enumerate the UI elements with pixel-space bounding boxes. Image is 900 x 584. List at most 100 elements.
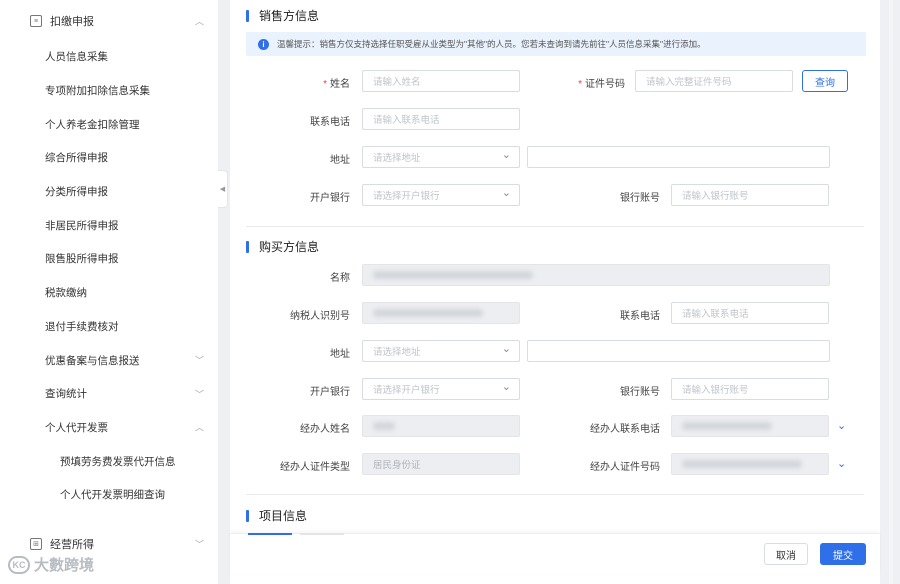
sidebar-item-label: 综合所得申报 — [45, 152, 108, 165]
sidebar-item-comprehensive[interactable]: 综合所得申报 — [0, 141, 218, 175]
sidebar-item-personnel[interactable]: 人员信息采集 — [0, 40, 218, 74]
watermark-text: 大數跨境 — [34, 557, 95, 574]
redacted-value — [373, 309, 483, 317]
report-icon: ≡ — [30, 15, 42, 27]
notice-banner: i 温馨提示：销售方仅支持选择任职受雇从业类型为"其他"的人员。您若未查询到请先前… — [246, 32, 866, 56]
seller-name-input[interactable]: 请输入姓名 — [362, 70, 520, 92]
redacted-value — [373, 271, 533, 279]
agent-idtype-label: 经办人证件类型 — [280, 462, 350, 473]
redacted-value — [682, 422, 772, 430]
sidebar-item-nonresident[interactable]: 非居民所得申报 — [0, 208, 218, 242]
agent-name-field — [362, 415, 520, 437]
seller-bank-select[interactable]: 请选择开户银行 — [362, 184, 520, 206]
section-title-text: 项目信息 — [259, 509, 308, 523]
form-footer: 取消 提交 — [230, 533, 880, 574]
seller-address-select[interactable]: 请选择地址 — [362, 146, 520, 168]
buyer-address-label: 地址 — [330, 349, 350, 360]
buyer-taxid-label: 纳税人识别号 — [290, 311, 350, 322]
cancel-button[interactable]: 取消 — [764, 543, 808, 565]
section-divider — [246, 494, 864, 495]
sidebar-item-label: 人员信息采集 — [45, 51, 108, 64]
buyer-taxid-field — [362, 302, 520, 324]
chevron-down-icon: ﹀ — [194, 355, 204, 366]
sidebar-item-label: 个人养老金扣除管理 — [45, 118, 140, 131]
agent-id-label: 经办人证件号码 — [590, 462, 660, 473]
sidebar-item-restricted-stock[interactable]: 限售股所得申报 — [0, 242, 218, 276]
notice-text: 温馨提示：销售方仅支持选择任职受雇从业类型为"其他"的人员。您若未查询到请先前往… — [277, 39, 706, 49]
sidebar-item-special-deduction[interactable]: 专项附加扣除信息采集 — [0, 74, 218, 108]
business-icon: ⊞ — [30, 538, 42, 550]
sidebar-item-pension[interactable]: 个人养老金扣除管理 — [0, 107, 218, 141]
chevron-left-icon: ◀ — [219, 186, 226, 193]
seller-account-label: 银行账号 — [620, 193, 660, 204]
chevron-up-icon: ︿ — [194, 16, 204, 27]
sidebar-item-tax-payment[interactable]: 税款缴纳 — [0, 276, 218, 310]
submit-button[interactable]: 提交 — [820, 543, 866, 565]
buyer-bank-label: 开户银行 — [310, 387, 350, 398]
section-marker — [246, 240, 249, 253]
seller-name-label: * 姓名 — [323, 79, 350, 90]
buyer-account-label: 银行账号 — [620, 387, 660, 398]
buyer-bank-select[interactable]: 请选择开户银行 — [362, 378, 520, 400]
agent-idtype-field: 居民身份证 — [362, 453, 520, 475]
seller-phone-label: 联系电话 — [310, 117, 350, 128]
sidebar-item-invoice[interactable]: 个人代开发票 ︿ — [0, 411, 218, 445]
buyer-phone-input[interactable]: 请输入联系电话 — [671, 302, 829, 324]
sidebar-item-label: 非居民所得申报 — [45, 219, 119, 232]
seller-address-detail-input[interactable] — [527, 146, 830, 168]
agent-phone-field — [671, 415, 829, 437]
seller-id-input[interactable]: 请输入完整证件号码 — [635, 70, 793, 92]
seller-account-input[interactable]: 请输入银行账号 — [671, 184, 829, 206]
sidebar-item-label: 分类所得申报 — [45, 186, 108, 199]
seller-bank-label: 开户银行 — [310, 193, 350, 204]
sidebar-group-withholding[interactable]: ≡ 扣缴申报 ︿ — [0, 4, 218, 38]
section-marker — [246, 9, 249, 22]
chevron-down-icon: ﹀ — [194, 389, 204, 400]
sidebar-group-label: 经营所得 — [50, 539, 94, 551]
sidebar-item-refund-check[interactable]: 退付手续费核对 — [0, 310, 218, 344]
sidebar-subitem-invoice-query[interactable]: 个人代开发票明细查询 — [0, 478, 218, 512]
buyer-name-field — [362, 264, 830, 286]
buyer-account-input[interactable]: 请输入银行账号 — [671, 378, 829, 400]
sidebar-item-classified[interactable]: 分类所得申报 — [0, 175, 218, 209]
chevron-down-icon[interactable]: ⌄ — [837, 457, 846, 470]
buyer-address-detail-input[interactable] — [527, 340, 830, 362]
query-button[interactable]: 查询 — [802, 70, 848, 92]
info-icon: i — [258, 38, 269, 50]
section-title-buyer: 购买方信息 — [246, 238, 319, 255]
agent-name-label: 经办人姓名 — [300, 424, 350, 435]
redacted-value — [682, 460, 802, 468]
seller-id-label: * 证件号码 — [578, 79, 625, 90]
project-tab-inactive[interactable] — [300, 533, 344, 535]
section-marker — [246, 509, 249, 522]
sidebar-item-query-stats[interactable]: 查询统计 ﹀ — [0, 377, 218, 411]
sidebar-subitem-prefill[interactable]: 预填劳务费发票代开信息 — [0, 444, 218, 478]
sidebar-item-label: 税款缴纳 — [45, 287, 87, 300]
sidebar-collapse-toggle[interactable]: ◀ — [218, 170, 228, 208]
main-form: 销售方信息 i 温馨提示：销售方仅支持选择任职受雇从业类型为"其他"的人员。您若未… — [230, 0, 880, 584]
chevron-down-icon: ﹀ — [194, 539, 204, 550]
sidebar-item-label: 专项附加扣除信息采集 — [45, 85, 150, 98]
chevron-down-icon[interactable]: ⌄ — [837, 419, 846, 432]
buyer-name-label: 名称 — [330, 273, 350, 284]
buyer-address-select[interactable]: 请选择地址 — [362, 340, 520, 362]
sidebar-item-label: 个人代开发票明细查询 — [60, 489, 165, 502]
seller-address-label: 地址 — [330, 155, 350, 166]
sidebar-item-label: 查询统计 — [45, 388, 87, 401]
section-title-project: 项目信息 — [246, 507, 307, 524]
chevron-up-icon: ︿ — [194, 422, 204, 433]
scrollbar[interactable] — [889, 0, 893, 584]
section-divider — [246, 226, 864, 227]
agent-id-field — [671, 453, 829, 475]
section-title-seller: 销售方信息 — [246, 7, 319, 24]
project-tab-active[interactable] — [248, 533, 292, 535]
seller-phone-input[interactable]: 请输入联系电话 — [362, 108, 520, 130]
sidebar-item-label: 预填劳务费发票代开信息 — [60, 455, 176, 468]
buyer-phone-label: 联系电话 — [620, 311, 660, 322]
section-title-text: 购买方信息 — [259, 240, 320, 254]
sidebar-item-label: 退付手续费核对 — [45, 320, 119, 333]
sidebar: ≡ 扣缴申报 ︿ 人员信息采集 专项附加扣除信息采集 个人养老金扣除管理 综合所… — [0, 0, 218, 584]
watermark-icon: KC — [8, 555, 30, 574]
sidebar-item-label: 优惠备案与信息报送 — [45, 354, 140, 367]
sidebar-item-preferential[interactable]: 优惠备案与信息报送 ﹀ — [0, 343, 218, 377]
